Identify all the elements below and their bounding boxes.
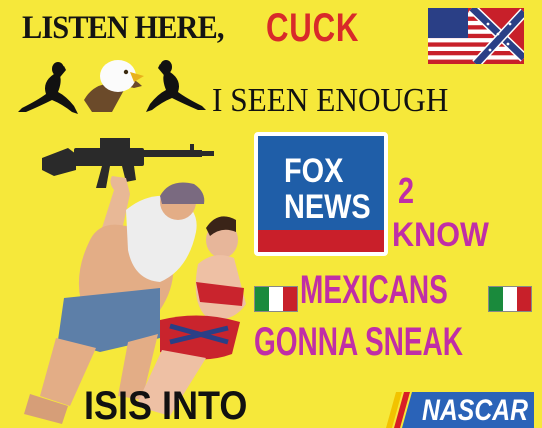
text-gonna-sneak: GONNA SNEAK [254, 320, 463, 364]
text-know: KNOW [392, 216, 489, 254]
text-mexicans: MEXICANS [300, 268, 448, 312]
bald-eagle-icon [84, 60, 144, 112]
text-isis-into: ISIS INTO [84, 384, 248, 428]
fox-news-logo: FOX NEWS [254, 132, 388, 256]
silhouette-woman-icon [146, 60, 206, 112]
fox-logo-line1: FOX [284, 152, 344, 190]
nascar-logo-text: NASCAR [422, 394, 528, 427]
headline-black: LISTEN HERE, [22, 10, 224, 46]
fox-logo-line2: NEWS [284, 188, 371, 226]
headline-red: CUCK [266, 6, 360, 50]
mexican-flag-icon [488, 286, 532, 312]
nascar-logo-icon: NASCAR [386, 392, 534, 428]
mexican-flag-icon [254, 286, 298, 312]
silhouette-woman-icon [18, 62, 78, 114]
us-confederate-flag-icon [428, 8, 524, 64]
text-two: 2 [398, 170, 415, 211]
meme-canvas: LISTEN HERE, CUCK I SEEN ENOUGH FOX NEWS… [0, 0, 542, 428]
fox-logo-red-band [258, 230, 384, 252]
line-seen-enough: I SEEN ENOUGH [212, 82, 449, 119]
